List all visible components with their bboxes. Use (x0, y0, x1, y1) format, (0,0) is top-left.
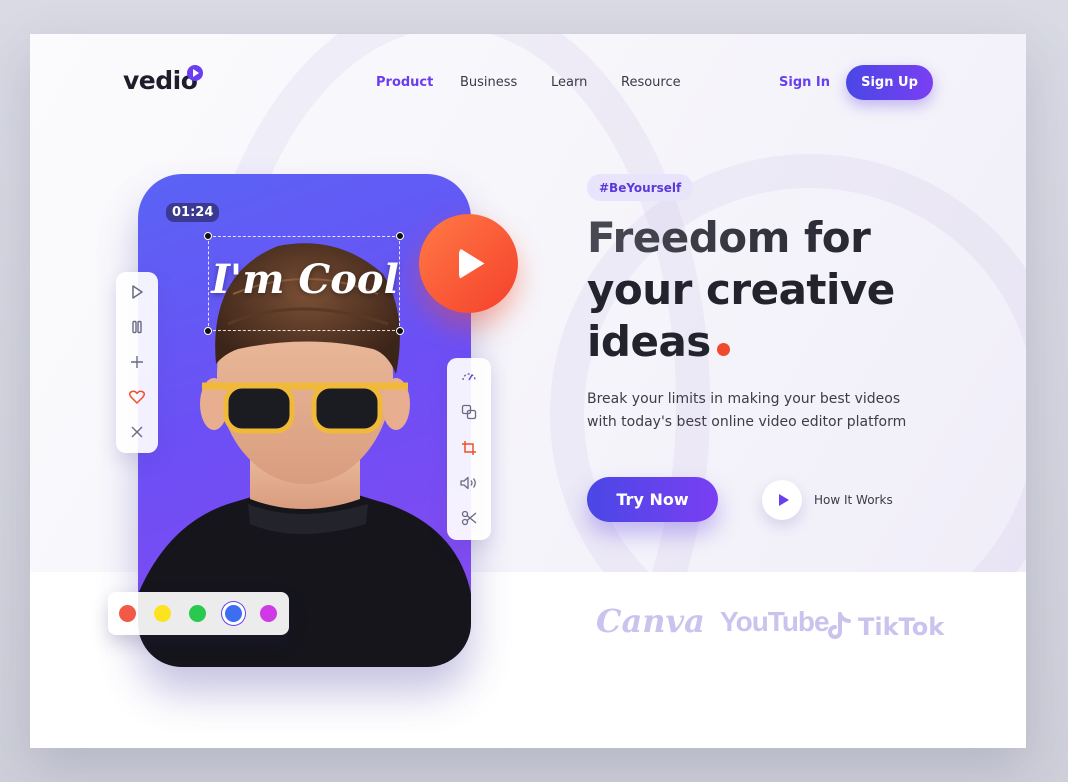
nav-learn[interactable]: Learn (551, 75, 587, 90)
canva-logo: Canva (596, 602, 705, 640)
resize-handle[interactable] (396, 232, 404, 240)
remove-tool[interactable] (116, 420, 158, 444)
hero-subtext: Break your limits in making your best vi… (587, 388, 947, 434)
tiktok-logo: TikTok (858, 613, 945, 641)
speed-tool[interactable] (447, 364, 491, 388)
like-tool[interactable] (116, 385, 158, 409)
caption-text[interactable]: I'm Cool (210, 256, 400, 303)
color-swatch-red[interactable] (119, 605, 136, 622)
volume-icon (460, 476, 476, 490)
hashtag-badge: #BeYourself (587, 174, 694, 201)
logo-play-icon (187, 65, 203, 81)
play-icon (778, 494, 789, 506)
scissors-icon (461, 510, 477, 526)
cut-tool[interactable] (447, 506, 491, 530)
right-toolbar (447, 358, 491, 540)
try-now-button[interactable]: Try Now (587, 477, 718, 522)
color-swatch-green[interactable] (189, 605, 206, 622)
how-it-works-play-button[interactable] (762, 480, 802, 520)
volume-tool[interactable] (447, 471, 491, 495)
hero-headline: Freedom for your creative ideas (587, 212, 895, 368)
add-tool[interactable] (116, 350, 158, 374)
layers-tool[interactable] (447, 400, 491, 424)
color-swatch-yellow[interactable] (154, 605, 171, 622)
left-toolbar (116, 272, 158, 453)
how-it-works-link[interactable]: How It Works (814, 493, 893, 507)
color-swatch-blue[interactable] (225, 605, 242, 622)
color-palette (108, 592, 289, 635)
headline-line-2: your creative (587, 265, 895, 314)
sign-up-button[interactable]: Sign Up (846, 65, 933, 100)
plus-icon (131, 356, 143, 368)
sign-in-link[interactable]: Sign In (779, 75, 830, 90)
close-icon (131, 426, 143, 438)
play-icon (132, 285, 143, 299)
crop-tool[interactable] (447, 436, 491, 460)
nav-business[interactable]: Business (460, 75, 517, 90)
nav-resource[interactable]: Resource (621, 75, 681, 90)
play-icon (458, 247, 485, 280)
speed-icon (462, 373, 476, 381)
resize-handle[interactable] (396, 327, 404, 335)
heart-icon (129, 390, 145, 404)
accent-dot (716, 343, 730, 356)
crop-icon (462, 441, 476, 455)
tiktok-icon (828, 612, 851, 639)
subtext-line-2: with today's best online video editor pl… (587, 414, 907, 430)
youtube-logo: YouTube (720, 606, 830, 637)
resize-handle[interactable] (204, 327, 212, 335)
headline-line-1: Freedom for (587, 212, 895, 264)
play-video-button[interactable] (419, 214, 518, 313)
resize-handle[interactable] (204, 232, 212, 240)
landing-page: vedio Product Business Learn Resource Si… (30, 34, 1026, 748)
layers-icon (461, 404, 477, 420)
headline-line-3: ideas (587, 317, 711, 366)
color-swatch-purple[interactable] (260, 605, 277, 622)
pause-icon (132, 320, 142, 334)
nav-product[interactable]: Product (376, 75, 433, 90)
play-tool[interactable] (116, 280, 158, 304)
timestamp-badge: 01:24 (166, 203, 220, 222)
pause-tool[interactable] (116, 315, 158, 339)
subtext-line-1: Break your limits in making your best vi… (587, 391, 901, 407)
